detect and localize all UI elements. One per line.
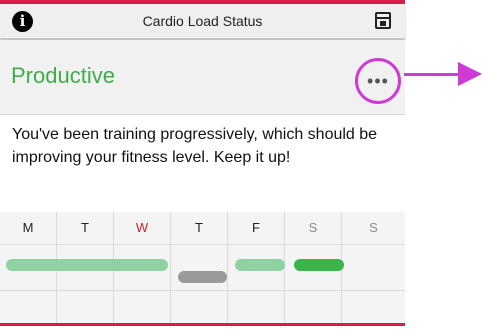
row-divider: [0, 290, 405, 291]
bottom-accent-line: [0, 323, 405, 326]
day-column-thu: T: [171, 212, 228, 323]
load-bar-mon-wed: [6, 259, 168, 271]
load-bar-fri: [235, 259, 285, 271]
day-column-sun: S: [342, 212, 405, 323]
more-options-button[interactable]: •••: [355, 58, 401, 104]
load-bar-sat: [294, 259, 344, 271]
status-row: Productive •••: [0, 40, 405, 115]
row-divider: [0, 244, 405, 245]
calendar-icon[interactable]: [375, 12, 391, 29]
day-label-tue: T: [81, 220, 89, 235]
day-label-sat: S: [308, 220, 318, 235]
cardio-load-screen: i Cardio Load Status Productive ••• You'…: [0, 0, 405, 329]
status-message: You've been training progressively, whic…: [12, 126, 378, 166]
day-label-fri: F: [252, 220, 260, 235]
day-label-wed: W: [135, 220, 149, 235]
day-label-mon: M: [22, 220, 34, 235]
week-calendar: M T W T F S S: [0, 212, 405, 323]
header-bar: i Cardio Load Status: [0, 4, 405, 39]
page-title: Cardio Load Status: [142, 13, 263, 29]
callout-arrow-line: [404, 73, 462, 76]
status-title: Productive: [11, 63, 115, 88]
callout-arrow-icon: [458, 62, 482, 86]
load-bar-thu: [178, 271, 227, 283]
more-dots-icon: •••: [367, 71, 389, 91]
day-label-sun: S: [369, 220, 378, 235]
day-label-thu: T: [195, 220, 203, 235]
